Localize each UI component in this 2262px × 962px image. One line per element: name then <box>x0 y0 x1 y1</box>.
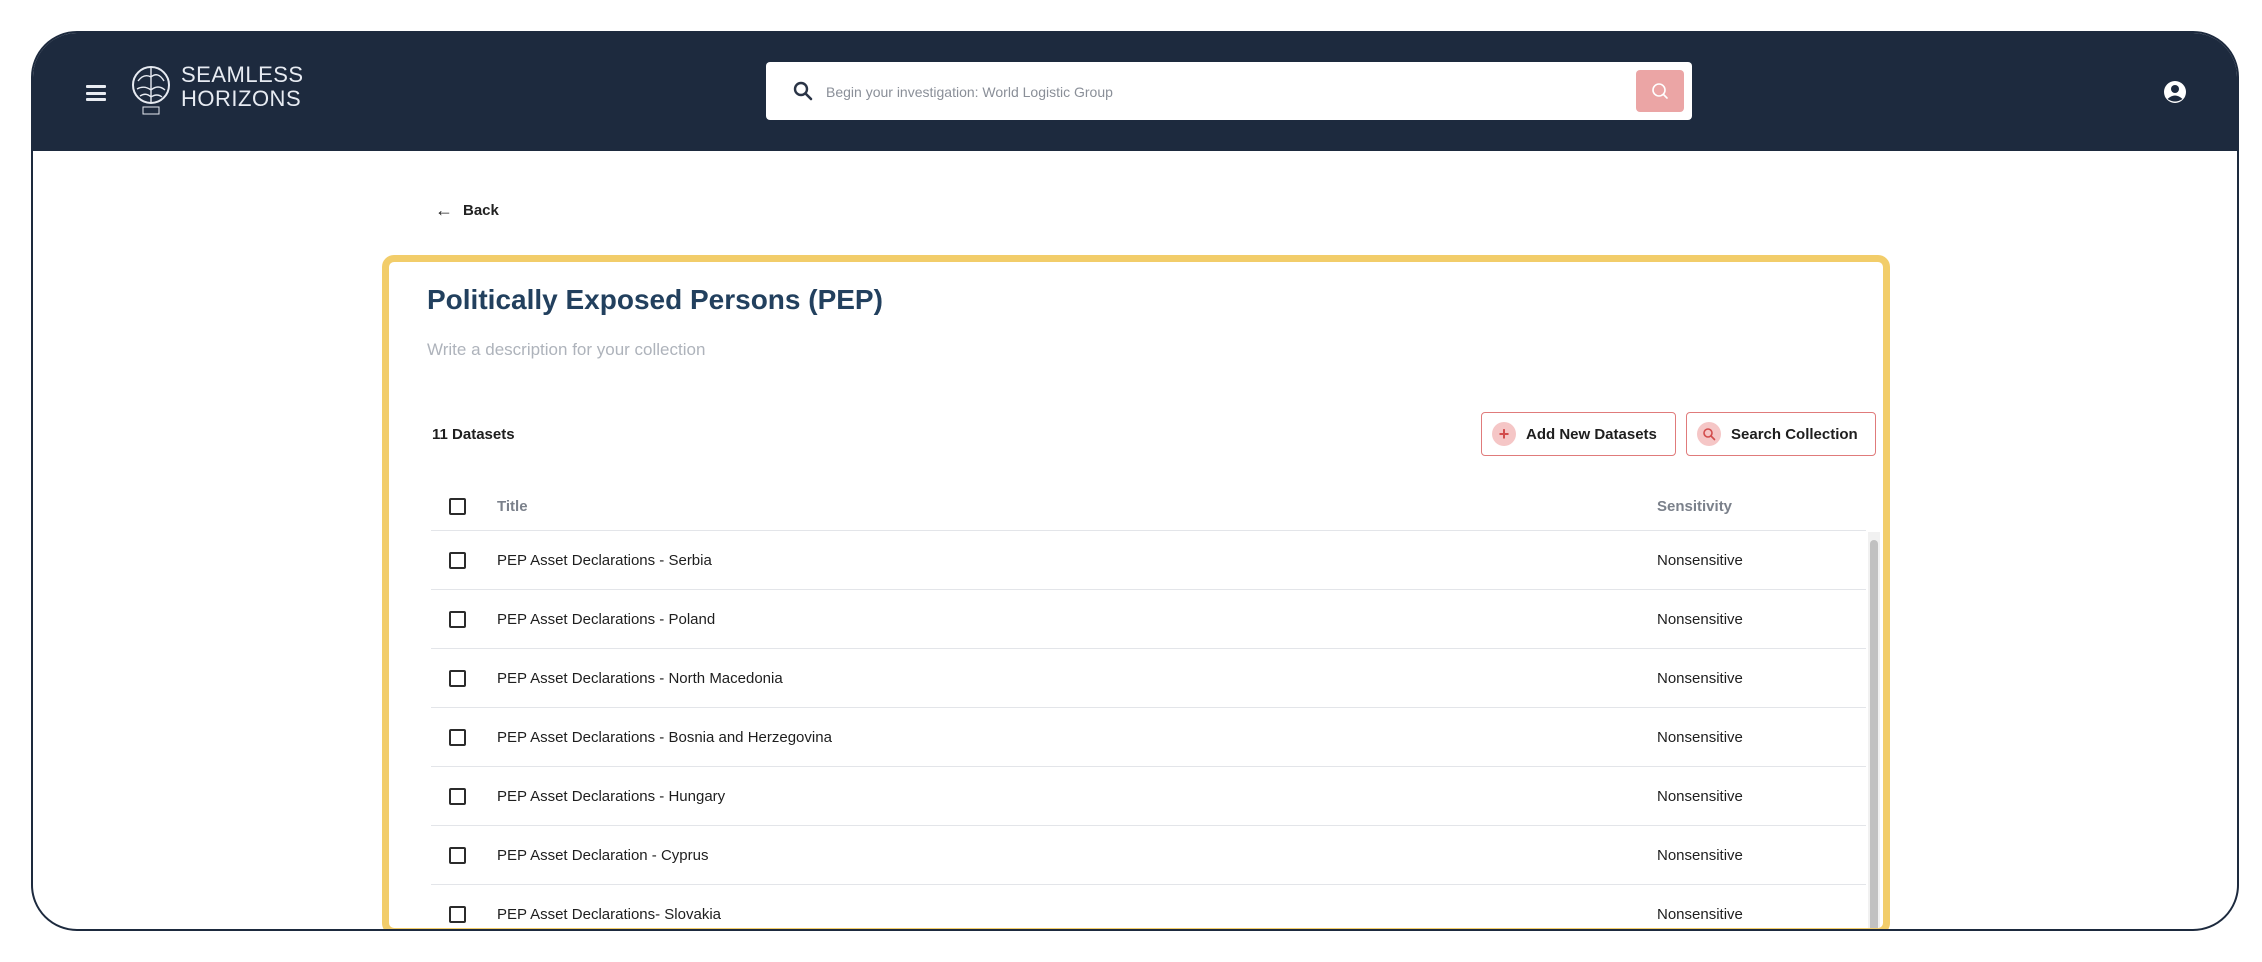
table-row[interactable]: PEP Asset Declarations- Slovakia Nonsens… <box>431 884 1866 928</box>
table-header: Title Sensitivity <box>431 482 1881 530</box>
row-checkbox[interactable] <box>449 610 466 628</box>
dataset-sensitivity: Nonsensitive <box>1657 551 1743 569</box>
arrow-left-icon: ← <box>435 200 453 220</box>
hamburger-icon[interactable] <box>86 85 106 101</box>
dataset-title: PEP Asset Declaration - Cyprus <box>497 846 709 864</box>
row-checkbox[interactable] <box>449 728 466 746</box>
plus-icon: + <box>1492 422 1516 446</box>
search-input[interactable] <box>824 76 1588 108</box>
collection-description-field[interactable]: Write a description for your collection <box>427 340 705 360</box>
dataset-title: PEP Asset Declarations - Serbia <box>497 551 712 569</box>
dataset-count: 11 Datasets <box>432 426 515 443</box>
search-icon <box>1652 83 1668 99</box>
column-header-title[interactable]: Title <box>497 498 528 515</box>
table-row[interactable]: PEP Asset Declarations - Bosnia and Herz… <box>431 707 1866 766</box>
back-link[interactable]: ← Back <box>435 201 499 219</box>
table-row[interactable]: PEP Asset Declarations - North Macedonia… <box>431 648 1866 707</box>
row-checkbox[interactable] <box>449 846 466 864</box>
search-icon <box>793 81 813 101</box>
brain-logo-icon <box>132 66 170 115</box>
row-checkbox[interactable] <box>449 787 466 805</box>
brand-line-2: HORIZONS <box>181 86 302 111</box>
dataset-title: PEP Asset Declarations - Poland <box>497 610 716 628</box>
row-checkbox[interactable] <box>449 905 466 923</box>
top-navigation-bar: SEAMLESS HORIZONS <box>33 33 2237 151</box>
dataset-sensitivity: Nonsensitive <box>1657 846 1743 864</box>
brand-name: SEAMLESS HORIZONS <box>181 63 304 111</box>
dataset-title: PEP Asset Declarations - Hungary <box>497 787 726 805</box>
dataset-sensitivity: Nonsensitive <box>1657 728 1743 746</box>
brand-line-1: SEAMLESS <box>181 62 304 87</box>
collection-panel: Politically Exposed Persons (PEP) Write … <box>382 255 1890 929</box>
column-header-sensitivity[interactable]: Sensitivity <box>1657 498 1732 515</box>
dataset-list: PEP Asset Declarations - Serbia Nonsensi… <box>431 530 1866 928</box>
dataset-title: PEP Asset Declarations- Slovakia <box>497 905 721 923</box>
search-icon <box>1697 422 1721 446</box>
table-row[interactable]: PEP Asset Declarations - Poland Nonsensi… <box>431 589 1866 648</box>
select-all-checkbox[interactable] <box>449 497 466 515</box>
collection-title: Politically Exposed Persons (PEP) <box>427 284 883 315</box>
dataset-title: PEP Asset Declarations - Bosnia and Herz… <box>497 728 832 746</box>
dataset-sensitivity: Nonsensitive <box>1657 787 1743 805</box>
dataset-sensitivity: Nonsensitive <box>1657 905 1743 923</box>
table-scrollbar[interactable] <box>1868 532 1880 928</box>
user-circle-icon[interactable] <box>2163 80 2187 104</box>
table-row[interactable]: PEP Asset Declarations - Hungary Nonsens… <box>431 766 1866 825</box>
dataset-sensitivity: Nonsensitive <box>1657 669 1743 687</box>
add-new-datasets-button[interactable]: + Add New Datasets <box>1481 412 1676 456</box>
table-row[interactable]: PEP Asset Declaration - Cyprus Nonsensit… <box>431 825 1866 884</box>
global-search <box>766 62 1692 120</box>
search-button-label: Search Collection <box>1731 425 1858 443</box>
row-checkbox[interactable] <box>449 669 466 687</box>
search-submit-button[interactable] <box>1636 70 1684 112</box>
dataset-sensitivity: Nonsensitive <box>1657 610 1743 628</box>
scrollbar-thumb[interactable] <box>1870 540 1878 928</box>
table-row[interactable]: PEP Asset Declarations - Serbia Nonsensi… <box>431 530 1866 589</box>
row-checkbox[interactable] <box>449 551 466 569</box>
app-window: SEAMLESS HORIZONS ← Back Po <box>31 31 2239 931</box>
dataset-title: PEP Asset Declarations - North Macedonia <box>497 669 783 687</box>
add-button-label: Add New Datasets <box>1526 425 1657 443</box>
back-label: Back <box>463 201 499 219</box>
search-collection-button[interactable]: Search Collection <box>1686 412 1876 456</box>
